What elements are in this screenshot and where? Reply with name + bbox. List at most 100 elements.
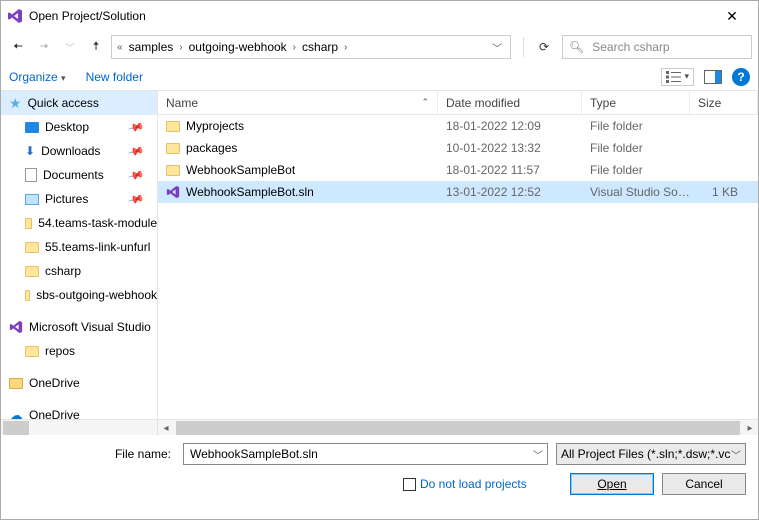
- sidebar-folder[interactable]: sbs-outgoing-webhook: [1, 283, 157, 307]
- column-header-size[interactable]: Size: [690, 91, 758, 114]
- column-header-date[interactable]: Date modified: [438, 91, 582, 114]
- file-row[interactable]: packages10-01-2022 13:32File folder: [158, 137, 758, 159]
- column-header-type[interactable]: Type: [582, 91, 690, 114]
- file-type: File folder: [582, 119, 690, 133]
- chevron-right-icon[interactable]: ›: [343, 42, 348, 53]
- pictures-icon: [25, 194, 39, 205]
- sidebar-quick-access[interactable]: ★ Quick access: [1, 91, 157, 115]
- scroll-left-arrow[interactable]: ◂: [158, 420, 174, 436]
- sidebar-downloads[interactable]: ⬇ Downloads 📌: [1, 139, 157, 163]
- desktop-icon: [25, 122, 39, 133]
- pin-icon: 📌: [127, 142, 145, 160]
- sidebar-item-label: OneDrive: [29, 376, 80, 390]
- cloud-icon: ☁: [9, 407, 23, 420]
- new-folder-button[interactable]: New folder: [86, 70, 143, 84]
- sidebar-onedrive-cloud[interactable]: ☁ OneDrive: [1, 403, 157, 419]
- sidebar-item-label: Microsoft Visual Studio: [29, 320, 151, 334]
- file-size: 1 KB: [690, 185, 758, 199]
- sidebar-item-label: OneDrive: [29, 408, 80, 419]
- file-name: WebhookSampleBot.sln: [186, 185, 314, 199]
- sidebar-repos[interactable]: repos: [1, 339, 157, 363]
- file-name: WebhookSampleBot: [186, 163, 295, 177]
- folder-icon: [166, 143, 180, 154]
- file-date: 18-01-2022 12:09: [438, 119, 582, 133]
- checkbox-label: Do not load projects: [420, 477, 527, 491]
- sidebar-item-label: csharp: [45, 264, 81, 278]
- view-options-button[interactable]: ▾: [661, 68, 694, 86]
- file-name: packages: [186, 141, 237, 155]
- sidebar-onedrive[interactable]: OneDrive: [1, 371, 157, 395]
- sidebar-visual-studio[interactable]: Microsoft Visual Studio: [1, 315, 157, 339]
- file-row[interactable]: WebhookSampleBot18-01-2022 11:57File fol…: [158, 159, 758, 181]
- file-type: Visual Studio Solu...: [582, 185, 690, 199]
- sidebar-desktop[interactable]: Desktop 📌: [1, 115, 157, 139]
- chevron-right-icon[interactable]: ›: [178, 42, 183, 53]
- star-icon: ★: [9, 95, 22, 112]
- sidebar-folder[interactable]: 54.teams-task-module: [1, 211, 157, 235]
- checkbox-icon[interactable]: [403, 478, 416, 491]
- filename-label: File name:: [13, 447, 175, 461]
- refresh-button[interactable]: ⟳: [530, 35, 558, 59]
- column-header-name[interactable]: Name ⌃: [158, 91, 438, 114]
- visual-studio-icon: [9, 320, 23, 334]
- sidebar-item-label: 54.teams-task-module: [38, 216, 157, 230]
- do-not-load-projects-checkbox[interactable]: Do not load projects: [403, 477, 527, 491]
- sidebar-pictures[interactable]: Pictures 📌: [1, 187, 157, 211]
- sidebar-item-label: sbs-outgoing-webhook: [36, 288, 157, 302]
- close-button[interactable]: ✕: [712, 1, 752, 31]
- search-field[interactable]: [590, 39, 749, 55]
- scrollbar-thumb[interactable]: [176, 421, 740, 435]
- search-input[interactable]: 🔍︎: [562, 35, 752, 59]
- breadcrumb-segment[interactable]: outgoing-webhook: [187, 40, 289, 54]
- folder-icon: [25, 346, 39, 357]
- sidebar-horizontal-scrollbar[interactable]: [1, 419, 157, 435]
- sidebar-folder[interactable]: 55.teams-link-unfurl: [1, 235, 157, 259]
- scrollbar-thumb[interactable]: [3, 421, 29, 435]
- recent-dropdown[interactable]: ﹀: [59, 35, 81, 59]
- sidebar-item-label: Desktop: [45, 120, 89, 134]
- downloads-icon: ⬇: [25, 144, 35, 158]
- window-title: Open Project/Solution: [29, 9, 712, 23]
- chevron-right-icon[interactable]: ›: [292, 42, 297, 53]
- folder-icon: [25, 266, 39, 277]
- preview-pane-button[interactable]: [700, 66, 726, 88]
- navigation-pane: ★ Quick access Desktop 📌 ⬇ Downloads 📌 D…: [1, 91, 158, 435]
- filename-dropdown-icon[interactable]: ﹀: [527, 447, 543, 462]
- sidebar-folder[interactable]: csharp: [1, 259, 157, 283]
- back-button[interactable]: 🠤: [7, 35, 29, 59]
- up-button[interactable]: 🠥: [85, 35, 107, 59]
- file-date: 13-01-2022 12:52: [438, 185, 582, 199]
- file-list-pane: Name ⌃ Date modified Type Size Myproject…: [158, 91, 758, 435]
- file-row[interactable]: Myprojects18-01-2022 12:09File folder: [158, 115, 758, 137]
- forward-button[interactable]: 🠦: [33, 35, 55, 59]
- sidebar-documents[interactable]: Documents 📌: [1, 163, 157, 187]
- filename-input[interactable]: ﹀: [183, 443, 548, 465]
- breadcrumb-history-dropdown[interactable]: ﹀: [488, 40, 506, 55]
- folder-icon: [9, 378, 23, 389]
- scroll-right-arrow[interactable]: ▸: [742, 420, 758, 436]
- sidebar-item-label: repos: [45, 344, 75, 358]
- cancel-button[interactable]: Cancel: [662, 473, 746, 495]
- help-button[interactable]: ?: [732, 68, 750, 86]
- filename-field[interactable]: [188, 445, 527, 463]
- column-label: Name: [166, 96, 198, 110]
- separator: [523, 37, 524, 57]
- sidebar-item-label: 55.teams-link-unfurl: [45, 240, 150, 254]
- organize-menu[interactable]: Organize ▾: [9, 70, 66, 84]
- documents-icon: [25, 168, 37, 182]
- filetype-select[interactable]: All Project Files (*.sln;*.dsw;*.vc ﹀: [556, 443, 746, 465]
- solution-file-icon: [166, 185, 180, 199]
- column-headers: Name ⌃ Date modified Type Size: [158, 91, 758, 115]
- pin-icon: 📌: [127, 118, 145, 136]
- search-icon: 🔍︎: [569, 40, 584, 54]
- file-row[interactable]: WebhookSampleBot.sln 13-01-2022 12:52Visu…: [158, 181, 758, 203]
- breadcrumb-segment[interactable]: csharp: [300, 40, 340, 54]
- folder-icon: [25, 218, 32, 229]
- pin-icon: 📌: [127, 190, 145, 208]
- file-date: 18-01-2022 11:57: [438, 163, 582, 177]
- breadcrumb[interactable]: « samples › outgoing-webhook › csharp › …: [111, 35, 511, 59]
- breadcrumb-segment[interactable]: samples: [127, 40, 176, 54]
- file-horizontal-scrollbar[interactable]: ◂ ▸: [158, 419, 758, 435]
- open-button[interactable]: Open: [570, 473, 654, 495]
- breadcrumb-overflow[interactable]: «: [116, 42, 124, 53]
